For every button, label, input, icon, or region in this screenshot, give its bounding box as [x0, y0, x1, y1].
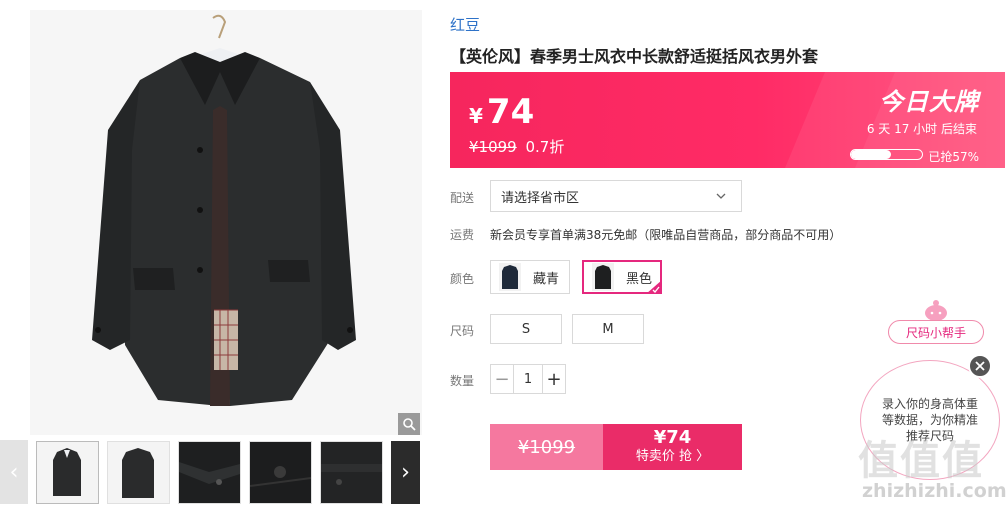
- chevron-right-icon: ›: [401, 460, 410, 485]
- color-label: 颜色: [450, 272, 475, 286]
- brand-link[interactable]: 红豆: [450, 14, 480, 35]
- thumbnail-image: [108, 442, 169, 503]
- chevron-left-icon: ‹: [9, 459, 19, 485]
- color-option-navy[interactable]: 藏青: [490, 260, 570, 294]
- buy-original-price-text: ¥1099: [517, 436, 576, 458]
- quantity-label: 数量: [450, 374, 475, 388]
- quantity-plus-button[interactable]: +: [543, 365, 565, 393]
- thumbnail-3[interactable]: [178, 441, 241, 504]
- thumbnail-1[interactable]: [36, 441, 99, 504]
- quantity-stepper: − 1 +: [490, 364, 566, 394]
- color-option-label: 藏青: [533, 271, 560, 287]
- thumbnail-image: [250, 442, 311, 503]
- main-product-image[interactable]: [30, 10, 422, 435]
- current-price: ¥74: [469, 92, 534, 132]
- thumbnail-prev-button[interactable]: ‹: [0, 440, 28, 504]
- watermark-url: zhizhizhi.com: [862, 480, 1007, 502]
- selected-check-icon: [646, 280, 662, 294]
- watermark: 值值值 zhizhizhi.com: [858, 428, 1007, 508]
- chevron-down-icon: [716, 193, 726, 199]
- buy-now-area[interactable]: ¥74 特卖价 抢 〉: [603, 424, 742, 470]
- coat-illustration: [30, 10, 422, 435]
- buy-label: 特卖价 抢 〉: [635, 449, 710, 464]
- current-price-value: 74: [486, 92, 535, 132]
- color-swatch-navy: [499, 263, 521, 291]
- thumbnail-2[interactable]: [107, 441, 170, 504]
- sold-progress-text: 已抢57%: [928, 150, 979, 164]
- shipping-info: 新会员专享首单满38元免邮（限唯品自营商品，部分商品不可用）: [490, 228, 842, 242]
- buy-button[interactable]: ¥1099 ¥74 特卖价 抢 〉: [490, 424, 742, 470]
- magnifier-icon: [403, 418, 416, 431]
- original-price-row: ¥1099 0.7折: [469, 136, 564, 157]
- quantity-input[interactable]: 1: [513, 365, 543, 393]
- quantity-minus-button[interactable]: −: [491, 365, 513, 393]
- price-banner: ¥74 ¥1099 0.7折 今日大牌 6 天 17 小时 后结束 已抢57%: [450, 72, 1005, 168]
- discount-text: 0.7折: [525, 138, 565, 156]
- mascot-icon: [925, 300, 947, 321]
- shipping-label: 运费: [450, 228, 475, 242]
- size-helper-close-button[interactable]: [968, 354, 992, 378]
- close-icon: [975, 361, 985, 371]
- color-option-black[interactable]: 黑色: [582, 260, 662, 294]
- currency-symbol: ¥: [469, 104, 483, 128]
- color-swatch-black: [592, 263, 614, 291]
- region-select-value: 请选择省市区: [501, 190, 580, 206]
- size-option-m[interactable]: M: [572, 314, 644, 344]
- watermark-glyphs: 值值值: [858, 438, 984, 484]
- thumbnail-image: [37, 442, 98, 503]
- buy-price: ¥74: [653, 427, 692, 448]
- region-select[interactable]: 请选择省市区: [490, 180, 742, 212]
- size-helper-tag[interactable]: 尺码小帮手: [888, 320, 984, 344]
- thumbnail-image: [321, 442, 382, 503]
- thumbnail-image: [179, 442, 240, 503]
- countdown-text: 6 天 17 小时 后结束: [866, 122, 977, 136]
- promo-title: 今日大牌: [879, 88, 979, 116]
- original-price: ¥1099: [469, 138, 517, 156]
- product-title: 【英伦风】春季男士风衣中长款舒适挺括风衣男外套: [450, 47, 819, 66]
- sold-progress-fill: [851, 150, 892, 159]
- thumbnail-4[interactable]: [249, 441, 312, 504]
- sold-progress-bar: [850, 149, 923, 160]
- thumbnail-next-button[interactable]: ›: [391, 441, 420, 504]
- zoom-button[interactable]: [398, 413, 420, 435]
- buy-original-price: ¥1099: [490, 424, 603, 470]
- size-label: 尺码: [450, 324, 475, 338]
- size-option-s[interactable]: S: [490, 314, 562, 344]
- thumbnail-5[interactable]: [320, 441, 383, 504]
- delivery-label: 配送: [450, 191, 475, 205]
